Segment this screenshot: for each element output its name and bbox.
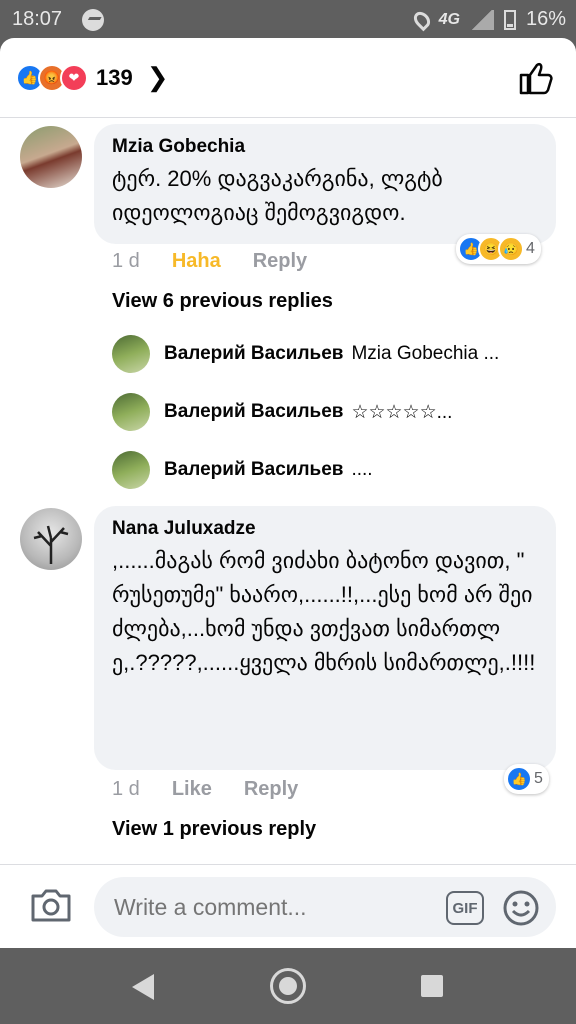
comment-actions: 1 d Like Reply (112, 778, 298, 801)
comment-time: 1 d (112, 250, 140, 272)
avatar[interactable] (20, 126, 82, 188)
avatar[interactable] (20, 508, 82, 570)
haha-button[interactable]: Haha (172, 250, 221, 273)
comment-text: ,......მაგას რომ ვიძახი ბატონო დავით, " … (112, 548, 536, 675)
love-reaction-icon: ❤ (60, 63, 88, 92)
reaction-count: 4 (526, 240, 535, 257)
emoji-icon[interactable] (502, 889, 540, 927)
avatar[interactable] (112, 393, 150, 431)
like-reaction-icon: 👍 (506, 766, 532, 792)
signal-icon (469, 9, 494, 30)
reply-snippet: Mzia Gobechia ... (351, 343, 500, 364)
thumbs-up-icon[interactable] (518, 60, 554, 96)
view-previous-replies-link[interactable]: View 6 previous replies (112, 290, 333, 313)
comment-author[interactable]: Nana Juluxadze (112, 518, 538, 540)
back-icon[interactable] (132, 974, 154, 1000)
comment-time: 1 d (112, 778, 140, 800)
status-time: 18:07 (12, 8, 63, 30)
location-icon (410, 8, 433, 31)
reply-item[interactable]: Валерий Васильев Mzia Gobechia ... (112, 334, 499, 374)
avatar[interactable] (112, 451, 150, 489)
battery-icon (503, 9, 516, 30)
view-previous-reply-link[interactable]: View 1 previous reply (112, 818, 316, 841)
comment-author[interactable]: Mzia Gobechia (112, 136, 538, 158)
comments-sheet: 👍 😡 ❤ 139 ❯ Mzia Gobechia ტერ. 20% დაგვა… (0, 38, 576, 948)
network-type: 4G (438, 10, 460, 28)
home-icon[interactable] (270, 968, 306, 1004)
reactions-summary[interactable]: 👍 😡 ❤ 139 ❯ (16, 62, 169, 93)
sad-reaction-icon: 😥 (498, 236, 524, 262)
reply-item[interactable]: Валерий Васильев ☆☆☆☆☆... (112, 392, 452, 432)
reply-author[interactable]: Валерий Васильев (164, 459, 343, 481)
comment-text: ტერ. 20% დაგვაკარგინა, ლგტბ იდეოლოგიაც შ… (112, 166, 443, 225)
messenger-icon (82, 9, 104, 31)
comment-bubble: Mzia Gobechia ტერ. 20% დაგვაკარგინა, ლგტ… (94, 124, 556, 244)
status-indicators: 4G 16% (410, 8, 566, 31)
tree-silhouette-icon (33, 525, 69, 564)
android-nav-bar (0, 948, 576, 1024)
reply-snippet: .... (351, 459, 373, 480)
comment-actions: 1 d Haha Reply (112, 250, 307, 273)
like-button[interactable]: Like (172, 778, 212, 801)
chevron-right-icon[interactable]: ❯ (147, 62, 169, 93)
comment-composer: GIF (0, 864, 576, 948)
comment-reactions-badge[interactable]: 👍 5 (504, 764, 549, 794)
comments-list: Mzia Gobechia ტერ. 20% დაგვაკარგინა, ლგტ… (0, 118, 576, 864)
reply-author[interactable]: Валерий Васильев (164, 343, 343, 365)
gif-button[interactable]: GIF (446, 891, 484, 925)
avatar[interactable] (112, 335, 150, 373)
reactions-header: 👍 😡 ❤ 139 ❯ (0, 38, 576, 118)
reaction-count: 5 (534, 770, 543, 787)
comment-bubble: Nana Juluxadze ,......მაგას რომ ვიძახი ბ… (94, 506, 556, 770)
status-bar: 18:07 4G 16% (0, 0, 576, 38)
reply-button[interactable]: Reply (253, 250, 307, 273)
camera-icon[interactable] (30, 887, 72, 923)
reaction-count: 139 (96, 64, 133, 90)
comment-reactions-badge[interactable]: 👍 😆 😥 4 (456, 234, 541, 264)
recent-apps-icon[interactable] (421, 975, 443, 997)
comment-input[interactable] (94, 877, 556, 937)
reply-snippet: ☆☆☆☆☆... (351, 401, 453, 423)
reply-author[interactable]: Валерий Васильев (164, 401, 343, 423)
battery-percent: 16% (525, 8, 566, 30)
reply-button[interactable]: Reply (244, 778, 298, 801)
reply-item[interactable]: Валерий Васильев .... (112, 450, 373, 490)
